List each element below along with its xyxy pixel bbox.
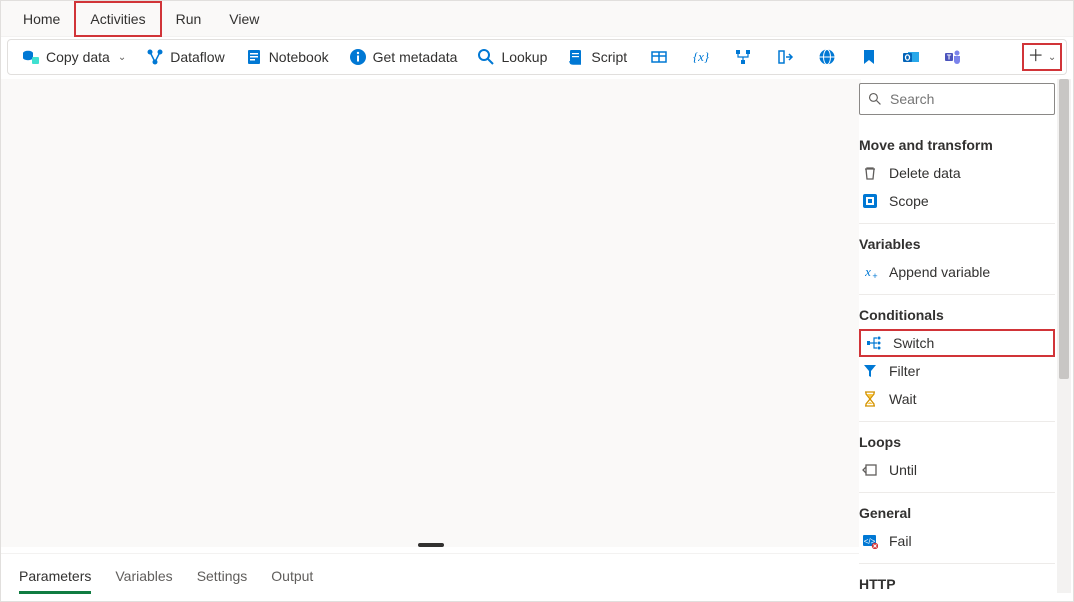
teams-icon[interactable]: T: [937, 43, 969, 71]
script-icon: [567, 48, 585, 66]
svg-text:T: T: [947, 55, 952, 62]
until-icon: [861, 461, 879, 479]
activity-switch[interactable]: Switch: [859, 329, 1055, 357]
activity-label: Delete data: [889, 165, 961, 181]
activities-panel: Move and transform Delete data Scope Var…: [859, 83, 1055, 591]
tab-parameters[interactable]: Parameters: [19, 560, 91, 592]
activity-label: Fail: [889, 533, 912, 549]
activities-toolbar: Copy data ⌄ Dataflow Notebook Get metada…: [7, 39, 1067, 75]
script-button[interactable]: Script: [557, 44, 637, 70]
section-variables: Variables: [859, 232, 1055, 258]
chevron-down-icon: ⌄: [118, 52, 126, 63]
activity-fail[interactable]: </> Fail: [859, 527, 1055, 555]
trash-icon: [861, 164, 879, 182]
top-tab-bar: Home Activities Run View: [1, 1, 1073, 37]
tab-settings[interactable]: Settings: [197, 560, 248, 592]
get-metadata-label: Get metadata: [373, 49, 458, 65]
section-move-transform: Move and transform: [859, 133, 1055, 159]
filter-icon: [861, 362, 879, 380]
activity-search-input[interactable]: [890, 91, 1046, 107]
add-activity-button[interactable]: ＋ ⌄: [1022, 43, 1062, 71]
tab-variables[interactable]: Variables: [115, 560, 172, 592]
get-metadata-button[interactable]: Get metadata: [339, 44, 468, 70]
dataflow-label: Dataflow: [170, 49, 224, 65]
search-icon: [868, 92, 882, 106]
lookup-label: Lookup: [501, 49, 547, 65]
bookmark-icon[interactable]: [853, 43, 885, 71]
panel-scrollbar[interactable]: [1057, 79, 1071, 593]
scope-icon: [861, 192, 879, 210]
copy-data-label: Copy data: [46, 49, 110, 65]
activity-label: Filter: [889, 363, 920, 379]
append-variable-icon: x+: [861, 263, 879, 281]
fail-icon: </>: [861, 532, 879, 550]
tab-output[interactable]: Output: [271, 560, 313, 592]
copy-data-button[interactable]: Copy data ⌄: [12, 44, 136, 70]
svg-text:{x}: {x}: [693, 49, 710, 64]
activity-filter[interactable]: Filter: [859, 357, 1055, 385]
svg-text:x: x: [864, 264, 871, 279]
script-label: Script: [591, 49, 627, 65]
notebook-button[interactable]: Notebook: [235, 44, 339, 70]
tab-view[interactable]: View: [215, 3, 273, 35]
dataflow-icon: [146, 48, 164, 66]
pipeline-icon[interactable]: [727, 43, 759, 71]
variable-icon[interactable]: {x}: [685, 43, 717, 71]
dataflow-button[interactable]: Dataflow: [136, 44, 234, 70]
toolbar-icon-strip: {x} T: [637, 43, 975, 71]
search-icon: [477, 48, 495, 66]
info-icon: [349, 48, 367, 66]
chevron-down-icon: ⌄: [1048, 52, 1056, 63]
lookup-button[interactable]: Lookup: [467, 44, 557, 70]
plus-icon: ＋: [1028, 49, 1044, 65]
tab-run[interactable]: Run: [162, 3, 216, 35]
globe-icon[interactable]: [811, 43, 843, 71]
notebook-label: Notebook: [269, 49, 329, 65]
outlook-icon[interactable]: [895, 43, 927, 71]
activity-search[interactable]: [859, 83, 1055, 115]
svg-text:+: +: [872, 271, 877, 280]
activity-label: Switch: [893, 335, 934, 351]
activity-scope[interactable]: Scope: [859, 187, 1055, 215]
table-icon[interactable]: [643, 43, 675, 71]
pipeline-canvas[interactable]: [1, 79, 861, 547]
activity-label: Append variable: [889, 264, 990, 280]
section-general: General: [859, 501, 1055, 527]
hourglass-icon: [861, 390, 879, 408]
copy-data-icon: [22, 48, 40, 66]
activity-label: Until: [889, 462, 917, 478]
scrollbar-thumb[interactable]: [1059, 79, 1069, 379]
switch-icon: [865, 334, 883, 352]
activity-label: Wait: [889, 391, 916, 407]
activity-delete-data[interactable]: Delete data: [859, 159, 1055, 187]
notebook-icon: [245, 48, 263, 66]
bottom-tab-bar: Parameters Variables Settings Output: [1, 553, 861, 597]
activity-label: Scope: [889, 193, 929, 209]
section-conditionals: Conditionals: [859, 303, 1055, 329]
panel-resize-handle[interactable]: [418, 543, 444, 547]
tab-home[interactable]: Home: [9, 3, 74, 35]
activity-append-variable[interactable]: x+ Append variable: [859, 258, 1055, 286]
activity-until[interactable]: Until: [859, 456, 1055, 484]
tab-activities[interactable]: Activities: [74, 1, 161, 37]
activity-wait[interactable]: Wait: [859, 385, 1055, 413]
section-loops: Loops: [859, 430, 1055, 456]
section-http: HTTP: [859, 572, 1055, 591]
insert-icon[interactable]: [769, 43, 801, 71]
